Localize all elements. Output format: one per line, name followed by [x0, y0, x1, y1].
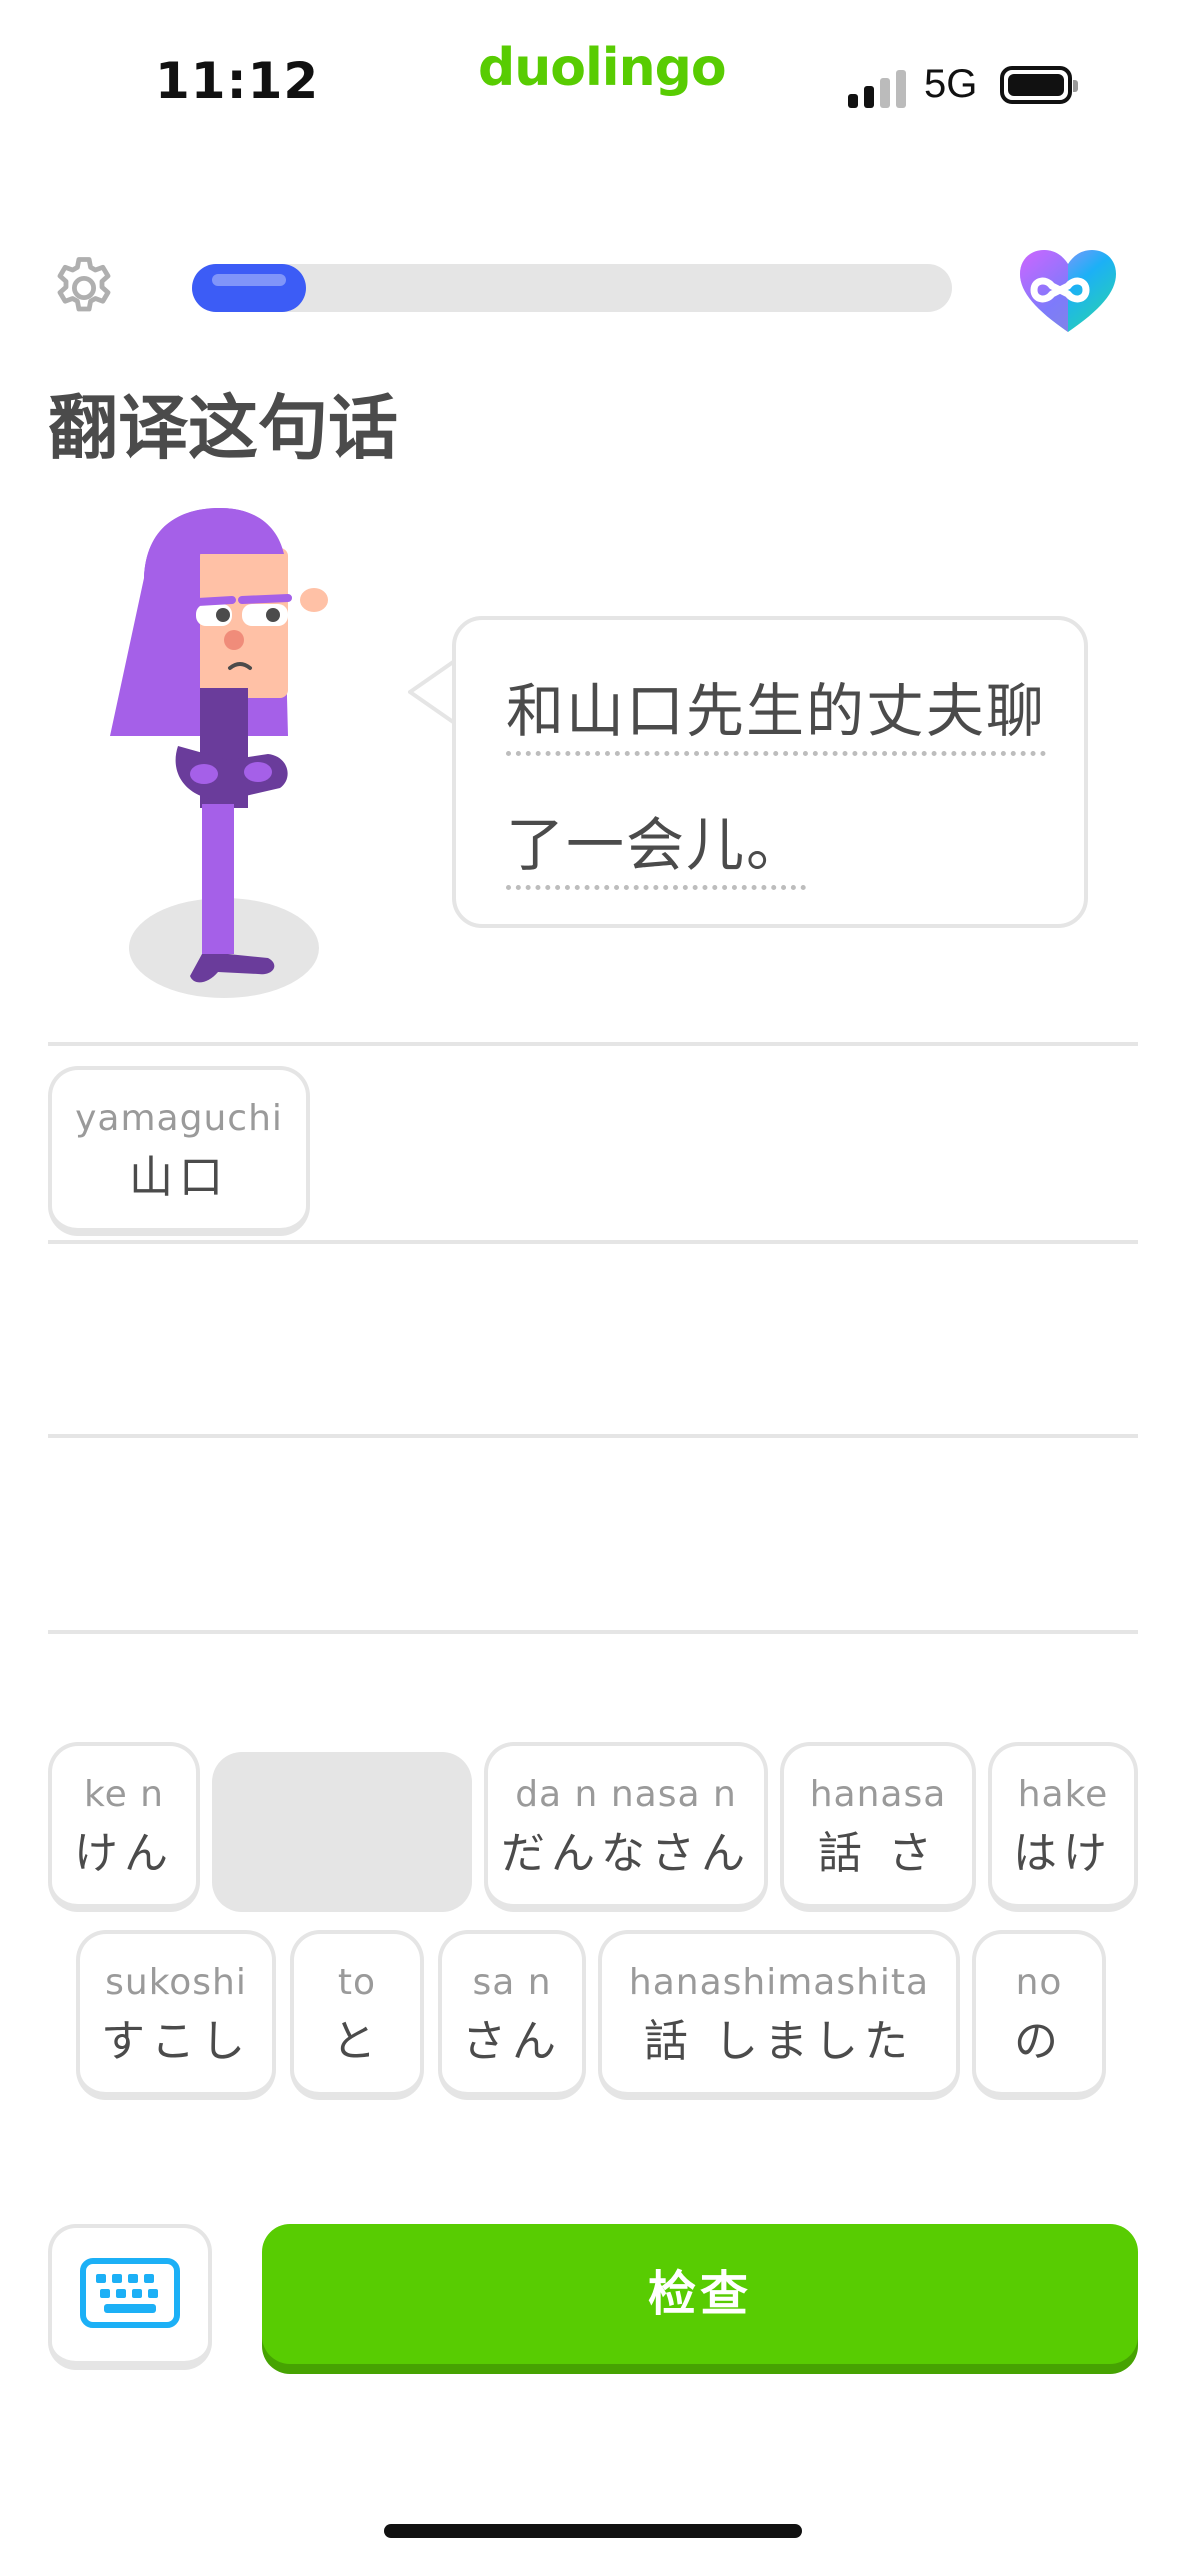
lily-character-illustration	[110, 508, 328, 998]
home-indicator[interactable]	[384, 2524, 802, 2538]
answer-line-4	[48, 1630, 1138, 1634]
network-type: 5G	[924, 62, 978, 106]
lesson-progress-bar	[192, 264, 952, 312]
word-tile-hanasa[interactable]: hanasa 話 さ	[780, 1742, 976, 1912]
prompt-line-2[interactable]: 了一会儿。	[506, 798, 807, 890]
page-title: 翻译这句话	[48, 387, 398, 469]
battery-icon	[1000, 66, 1078, 104]
check-button[interactable]: 检查	[262, 2224, 1138, 2364]
word-tile-ken[interactable]: ke n けん	[48, 1742, 200, 1912]
progress-shine	[212, 274, 286, 286]
answer-line-2	[48, 1240, 1138, 1244]
word-tile-to[interactable]: to と	[290, 1930, 424, 2100]
answer-tile-yamaguchi[interactable]: yamaguchi 山口	[48, 1066, 310, 1236]
prompt-line-1[interactable]: 和山口先生的丈夫聊	[506, 664, 1047, 756]
word-tile-sukoshi[interactable]: sukoshi すこし	[76, 1930, 276, 2100]
infinity-heart-icon[interactable]	[1016, 246, 1120, 336]
progress-fill	[192, 264, 306, 312]
word-tile-dannasan[interactable]: da n nasa n だんなさん	[484, 1742, 768, 1912]
word-tile-hake[interactable]: hake はけ	[988, 1742, 1138, 1912]
speech-bubble: 和山口先生的丈夫聊 了一会儿。	[452, 616, 1088, 928]
word-tile-no[interactable]: no の	[972, 1930, 1106, 2100]
keyboard-toggle-button[interactable]	[48, 2224, 212, 2370]
word-tile-san[interactable]: sa n さん	[438, 1930, 586, 2100]
answer-line-1	[48, 1042, 1138, 1046]
word-tile-hanashimashita[interactable]: hanashimashita 話 しました	[598, 1930, 960, 2100]
answer-line-3	[48, 1434, 1138, 1438]
keyboard-icon	[80, 2258, 180, 2328]
status-time: 11:12	[155, 52, 320, 110]
signal-bars-icon	[848, 68, 908, 108]
app-brand: duolingo	[478, 38, 727, 98]
word-tile-placeholder-used	[212, 1752, 472, 1912]
gear-icon[interactable]	[48, 252, 120, 324]
